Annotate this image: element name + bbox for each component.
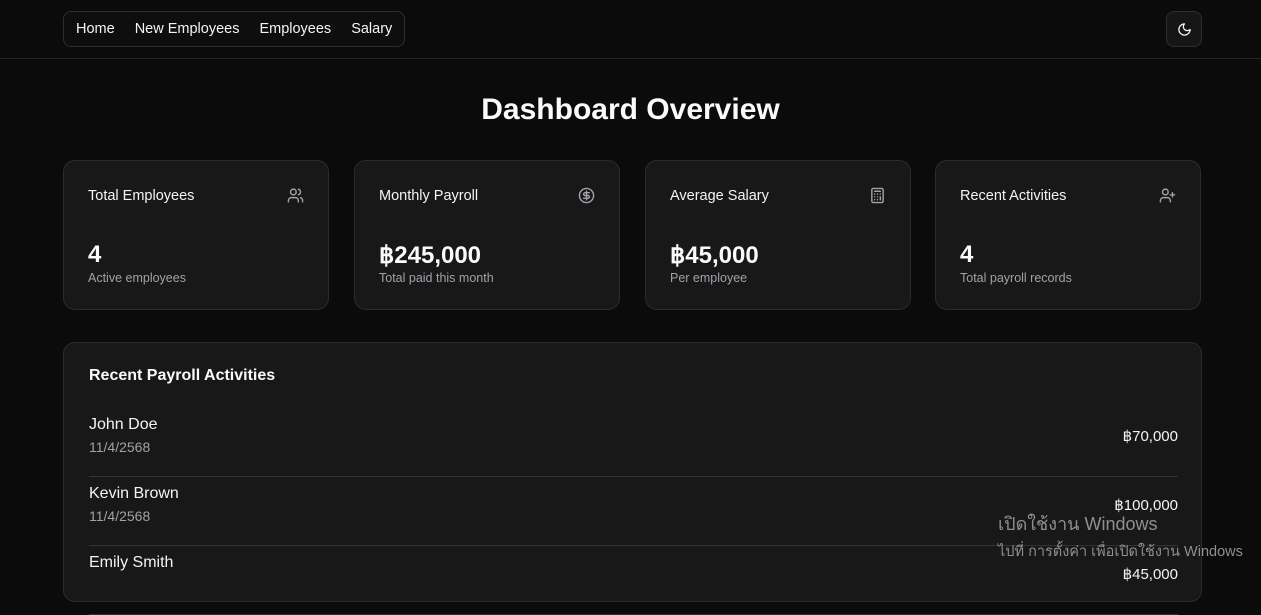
payroll-date: 11/4/2568 [89, 439, 151, 455]
stat-card-recent-activities: Recent Activities 4 Total payroll record… [935, 160, 1201, 310]
stat-card-title: Monthly Payroll [379, 188, 479, 204]
employee-name: Kevin Brown [89, 485, 179, 502]
page-title: Dashboard Overview [481, 93, 780, 126]
stat-card-average-salary: Average Salary ฿45,000 Per employee [645, 160, 911, 310]
theme-toggle-button[interactable] [1166, 11, 1202, 47]
panel-title: Recent Payroll Activities [89, 367, 276, 384]
stat-card-subtitle: Per employee [670, 271, 748, 285]
employee-name: John Doe [89, 416, 158, 433]
stat-card-subtitle: Total paid this month [379, 271, 494, 285]
nav-employees[interactable]: Employees [259, 21, 331, 37]
payroll-amount: ฿70,000 [1122, 428, 1178, 445]
stat-card-value: 4 [88, 241, 102, 268]
nav-salary[interactable]: Salary [351, 21, 392, 37]
payroll-date: 11/4/2568 [89, 508, 151, 524]
stat-card-total-employees: Total Employees 4 Active employees [63, 160, 329, 310]
stat-card-title: Average Salary [670, 188, 769, 204]
list-item[interactable]: Emily Smith ฿45,000 [89, 546, 1178, 615]
payroll-amount: ฿45,000 [1122, 566, 1178, 583]
stat-card-value: ฿45,000 [670, 242, 759, 269]
nav-new-employees[interactable]: New Employees [135, 21, 240, 37]
moon-icon [1177, 22, 1191, 36]
recent-payroll-panel: Recent Payroll Activities John Doe 11/4/… [63, 342, 1202, 615]
list-item[interactable]: Kevin Brown 11/4/2568 ฿100,000 [89, 477, 1178, 546]
stat-card-value: ฿245,000 [379, 242, 482, 269]
employee-name: Emily Smith [89, 554, 174, 571]
stat-card-subtitle: Total payroll records [960, 271, 1072, 285]
main-nav: Home New Employees Employees Salary [63, 11, 406, 47]
stat-card-title: Total Employees [88, 188, 195, 204]
users-icon [287, 188, 304, 203]
list-item[interactable]: John Doe 11/4/2568 ฿70,000 [89, 408, 1178, 477]
calculator-icon [871, 187, 884, 204]
stat-card-value: 4 [960, 241, 974, 268]
stat-card-monthly-payroll: Monthly Payroll ฿245,000 Total paid this… [354, 160, 620, 310]
top-bar: Home New Employees Employees Salary [0, 0, 1261, 59]
user-plus-icon [1159, 188, 1176, 203]
nav-home[interactable]: Home [76, 21, 115, 37]
dollar-circle-icon [578, 187, 595, 204]
stat-card-title: Recent Activities [960, 188, 1067, 204]
stat-card-subtitle: Active employees [88, 271, 186, 285]
payroll-amount: ฿100,000 [1114, 497, 1178, 514]
